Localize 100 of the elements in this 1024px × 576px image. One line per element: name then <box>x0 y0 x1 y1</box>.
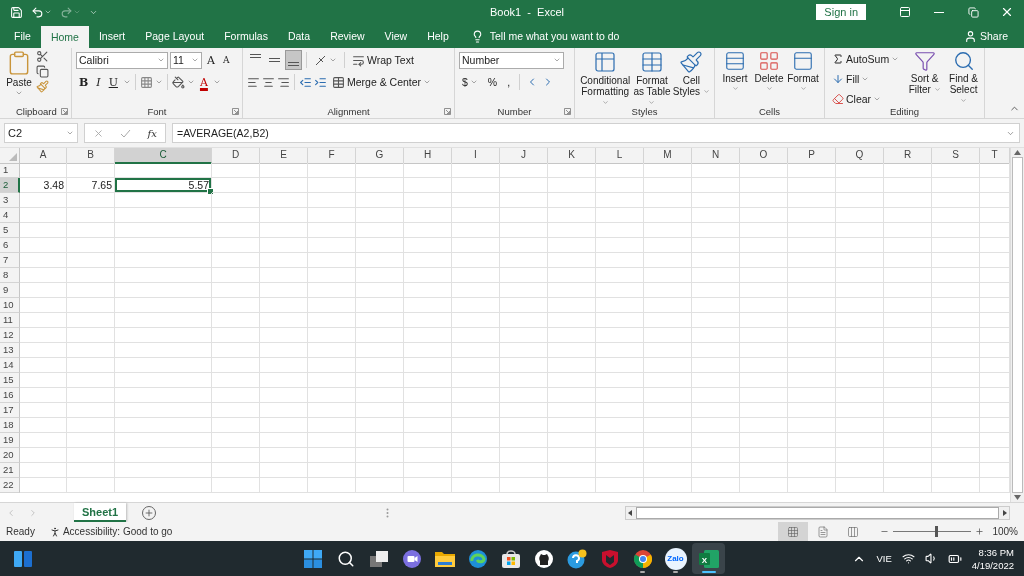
taskbar-app[interactable]: X <box>692 543 725 574</box>
styles-button[interactable]: Format as Table <box>633 50 671 108</box>
dialog-launcher-icon[interactable] <box>61 108 68 115</box>
font-size-dropdown[interactable]: 11 <box>170 51 202 69</box>
zoom-slider-thumb[interactable] <box>935 526 939 537</box>
column-header[interactable]: N <box>692 148 740 164</box>
column-header[interactable]: L <box>596 148 644 164</box>
row-header[interactable]: 5 <box>0 223 20 238</box>
row-header[interactable]: 15 <box>0 373 20 388</box>
row-header[interactable]: 18 <box>0 418 20 433</box>
row-header[interactable]: 17 <box>0 403 20 418</box>
paste-button[interactable]: Paste <box>4 50 34 97</box>
dialog-launcher-icon[interactable] <box>232 108 239 115</box>
column-header[interactable]: F <box>308 148 356 164</box>
number-format-dropdown[interactable]: Number <box>459 51 564 69</box>
column-header[interactable]: H <box>404 148 452 164</box>
cancel-icon[interactable] <box>93 127 105 139</box>
ribbon-tab[interactable]: Data <box>277 24 321 48</box>
select-all-corner[interactable] <box>0 148 20 164</box>
share-button[interactable]: Share <box>957 24 1014 48</box>
ribbon-tab[interactable]: Review <box>320 24 375 48</box>
tell-me-search[interactable]: Tell me what you want to do <box>464 24 626 48</box>
column-header[interactable]: T <box>980 148 1010 164</box>
row-header[interactable]: 13 <box>0 343 20 358</box>
row-header[interactable]: 12 <box>0 328 20 343</box>
currency-button[interactable]: $ <box>459 72 481 92</box>
column-header[interactable]: I <box>452 148 500 164</box>
formula-input[interactable]: =AVERAGE(A2,B2) <box>172 123 1020 143</box>
language-indicator[interactable]: VIE <box>876 553 892 564</box>
table-cell[interactable]: 5.57 <box>115 178 212 193</box>
scroll-up-icon[interactable] <box>1014 150 1021 155</box>
row-header[interactable]: 7 <box>0 253 20 268</box>
editing-button[interactable]: Sort & Filter <box>908 50 942 95</box>
wrap-text-button[interactable]: Wrap Text <box>349 50 417 70</box>
horizontal-scrollbar[interactable] <box>625 505 1010 520</box>
dialog-launcher-icon[interactable] <box>444 108 451 115</box>
ribbon-tab[interactable]: View <box>374 24 418 48</box>
editing-button[interactable]: AutoSum <box>829 50 903 67</box>
cells-button[interactable]: Insert <box>719 50 751 92</box>
column-header[interactable]: B <box>67 148 115 164</box>
row-header[interactable]: 6 <box>0 238 20 253</box>
row-header[interactable]: 9 <box>0 283 20 298</box>
scroll-thumb[interactable] <box>636 506 999 519</box>
row-header[interactable]: 16 <box>0 388 20 403</box>
splitter-handle[interactable] <box>386 507 390 518</box>
dialog-launcher-icon[interactable] <box>564 108 571 115</box>
row-header[interactable]: 10 <box>0 298 20 313</box>
row-header[interactable]: 3 <box>0 193 20 208</box>
scroll-left-icon[interactable] <box>626 508 634 517</box>
insert-function-button[interactable]: fx <box>147 127 157 139</box>
italic-button[interactable]: I <box>93 72 104 92</box>
row-header[interactable]: 4 <box>0 208 20 223</box>
table-cell[interactable]: 3.48 <box>20 178 67 193</box>
ribbon-tab[interactable]: Home <box>40 26 89 48</box>
column-header[interactable]: C <box>115 148 212 164</box>
column-header[interactable]: O <box>740 148 788 164</box>
column-header[interactable]: D <box>212 148 260 164</box>
cells-button[interactable]: Format <box>787 50 819 92</box>
column-header[interactable]: K <box>548 148 596 164</box>
column-header[interactable]: E <box>260 148 308 164</box>
row-header[interactable]: 22 <box>0 478 20 493</box>
zoom-in-icon[interactable] <box>975 527 985 536</box>
bold-button[interactable]: B <box>76 72 92 92</box>
scroll-thumb[interactable] <box>1012 157 1023 493</box>
column-header[interactable]: A <box>20 148 67 164</box>
view-button[interactable] <box>778 522 809 541</box>
scroll-right-icon[interactable] <box>1001 508 1009 517</box>
underline-button[interactable]: U <box>105 72 121 92</box>
editing-button[interactable]: Fill <box>829 70 903 87</box>
grow-font-button[interactable]: A <box>204 50 218 70</box>
cells-button[interactable]: Delete <box>753 50 785 92</box>
ribbon-tab[interactable]: Insert <box>88 24 136 48</box>
vertical-scrollbar[interactable] <box>1010 148 1024 502</box>
font-color-button[interactable]: A <box>196 73 211 91</box>
column-header[interactable]: Q <box>836 148 884 164</box>
accessibility-button[interactable]: Accessibility: Good to go <box>48 525 173 538</box>
comma-button[interactable]: , <box>504 72 514 92</box>
column-header[interactable]: P <box>788 148 836 164</box>
row-header[interactable]: 11 <box>0 313 20 328</box>
check-icon[interactable] <box>120 127 132 139</box>
row-header[interactable]: 19 <box>0 433 20 448</box>
shrink-font-button[interactable]: A <box>219 50 233 70</box>
column-header[interactable]: M <box>644 148 692 164</box>
sign-in-button[interactable]: Sign in <box>816 4 866 20</box>
ribbon-tab[interactable]: Page Layout <box>135 24 215 48</box>
vertical-align-button[interactable] <box>285 50 302 70</box>
column-header[interactable]: J <box>500 148 548 164</box>
sheet-tab[interactable]: Sheet1 <box>74 503 127 522</box>
ribbon-tab[interactable]: Help <box>417 24 459 48</box>
wifi-icon[interactable] <box>901 552 915 565</box>
table-cell[interactable]: 7.65 <box>67 178 115 193</box>
column-header[interactable]: G <box>356 148 404 164</box>
row-header[interactable]: 2 <box>0 178 20 193</box>
column-header[interactable]: S <box>932 148 980 164</box>
styles-button[interactable]: Conditional Formatting <box>579 50 632 108</box>
ribbon-tab[interactable]: Formulas <box>214 24 278 48</box>
name-box[interactable]: C2 <box>4 123 78 143</box>
volume-icon[interactable] <box>924 552 938 565</box>
column-header[interactable]: R <box>884 148 932 164</box>
row-header[interactable]: 20 <box>0 448 20 463</box>
